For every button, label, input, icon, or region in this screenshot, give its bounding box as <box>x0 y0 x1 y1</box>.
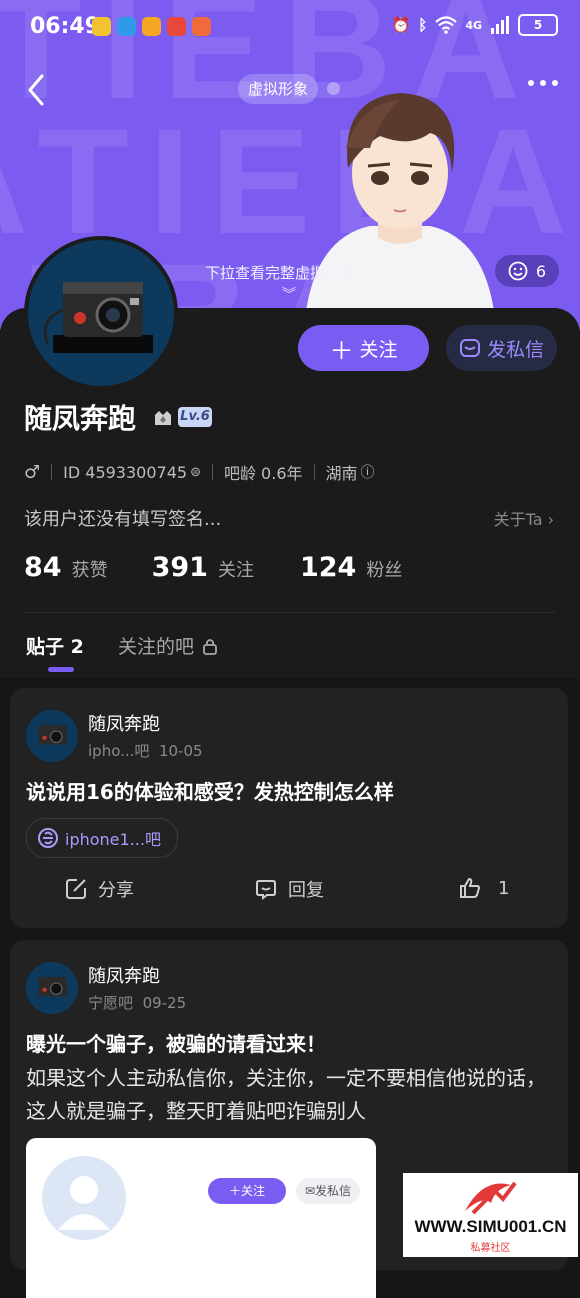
app-icon <box>167 17 186 36</box>
post-title[interactable]: 说说用16的体验和感受？发热控制怎么样 <box>26 776 394 805</box>
avatar-placeholder <box>42 1156 126 1240</box>
image-message-label: 发私信 <box>315 1184 352 1198</box>
reply-icon <box>256 880 276 900</box>
status-time: 06:49 <box>30 14 101 39</box>
badge-icon <box>155 411 171 425</box>
watermark: WWW.SIMU001.CN 私募社区 <box>403 1173 578 1257</box>
male-icon: ♂ <box>24 461 41 483</box>
app-icon <box>117 17 136 36</box>
chevron-right-icon: › <box>547 510 554 529</box>
post-actions: 分享 回复 1 <box>10 876 568 902</box>
about-label: 关于Ta <box>493 510 543 529</box>
region: 湖南 <box>325 464 358 483</box>
back-icon[interactable] <box>20 72 54 108</box>
user-id: ID 4593300745 <box>63 462 188 482</box>
more-options-icon[interactable] <box>528 80 558 86</box>
post-card[interactable]: 随凤奔跑 ipho...吧 10-05 说说用16的体验和感受？发热控制怎么样 … <box>10 688 568 928</box>
lock-icon <box>203 638 217 655</box>
chevron-down-icon: ︾ <box>282 287 296 303</box>
bluetooth-icon: ᛒ <box>418 16 428 34</box>
copy-icon[interactable]: ⊜ <box>190 465 201 480</box>
post-bar-tag[interactable]: iphone1...吧 <box>26 818 178 858</box>
app-icon <box>192 17 211 36</box>
post-author-name[interactable]: 随凤奔跑 <box>88 710 160 736</box>
avatar[interactable] <box>24 236 178 390</box>
post-body[interactable]: 如果这个人主动私信你，关注你，一定不要相信他说的话，这人就是骗子，整天盯着贴吧诈… <box>26 1062 561 1128</box>
avatar-like-count: 6 <box>535 261 547 281</box>
battery-icon: 5 <box>518 14 558 36</box>
level-badge: Lv.6 <box>178 407 212 427</box>
message-icon <box>459 339 480 357</box>
post-author-name[interactable]: 随凤奔跑 <box>88 962 160 988</box>
share-button[interactable]: 分享 <box>64 876 134 902</box>
like-button[interactable]: 1 <box>458 876 509 900</box>
wifi-icon <box>435 16 458 34</box>
status-bar: 06:49 ⏰ ᛒ 4G 5 <box>0 0 580 58</box>
stats-row: 84 获赞 391 关注 124 粉丝 <box>24 552 402 583</box>
system-icons: ⏰ ᛒ 4G 5 <box>392 14 558 36</box>
bar-age: 吧龄 0.6年 <box>223 464 303 483</box>
post-author-avatar[interactable] <box>26 710 78 762</box>
avatar-like-button[interactable]: 6 <box>495 255 559 287</box>
post-title[interactable]: 曝光一个骗子，被骗的请看过来！ <box>26 1028 326 1057</box>
post-date: 09-25 <box>142 994 187 1012</box>
image-message-button: ✉发私信 <box>296 1178 360 1204</box>
reply-label: 回复 <box>288 880 324 901</box>
image-follow-button: ＋关注 <box>208 1178 286 1204</box>
camera-photo <box>26 710 78 762</box>
tab-indicator <box>48 667 74 672</box>
signal-icon <box>491 16 509 34</box>
follow-button[interactable]: ＋ 关注 <box>298 325 429 371</box>
share-icon <box>66 879 86 899</box>
post-meta: 宁愿吧 09-25 <box>88 992 186 1013</box>
likes-count[interactable]: 84 <box>24 552 62 583</box>
reply-button[interactable]: 回复 <box>254 876 324 902</box>
smile-icon <box>508 261 528 281</box>
message-label: 发私信 <box>486 338 544 361</box>
fans-label: 粉丝 <box>366 560 403 581</box>
fans-count[interactable]: 124 <box>300 552 356 583</box>
follow-label: 关注 <box>359 338 398 361</box>
thumbs-up-icon <box>460 877 481 898</box>
video-icon <box>142 17 161 36</box>
message-button[interactable]: 发私信 <box>446 325 557 371</box>
watermark-site: WWW.SIMU001.CN <box>414 1217 567 1236</box>
user-meta: ♂ ID 4593300745 ⊜ 吧龄 0.6年 湖南 ⓘ <box>24 460 375 484</box>
post-bar[interactable]: 宁愿吧 <box>88 994 133 1012</box>
user-signature: 该用户还没有填写签名... <box>24 509 222 530</box>
plus-icon: ＋ <box>329 336 354 365</box>
about-link[interactable]: 关于Ta › <box>494 506 554 530</box>
post-bar-tag-label: iphone1...吧 <box>65 830 161 849</box>
network-label: 4G <box>465 18 482 32</box>
alarm-icon: ⏰ <box>391 16 411 34</box>
post-author-avatar[interactable] <box>26 962 78 1014</box>
camera-photo <box>28 240 174 386</box>
post-bar[interactable]: ipho...吧 <box>88 742 149 760</box>
notification-icons <box>92 17 211 36</box>
weibo-icon <box>92 17 111 36</box>
post-date: 10-05 <box>158 742 203 760</box>
help-icon[interactable]: ⓘ <box>361 462 375 482</box>
like-count: 1 <box>498 877 510 899</box>
likes-label: 获赞 <box>71 560 108 581</box>
tab-followed-bars[interactable]: 关注的吧 <box>118 632 218 659</box>
user-icon <box>58 1176 110 1230</box>
battery-level: 5 <box>533 18 543 32</box>
image-follow-label: 关注 <box>241 1184 266 1198</box>
tab-posts[interactable]: 贴子 2 <box>26 632 84 659</box>
divider <box>24 612 556 613</box>
post-image[interactable]: ＋关注 ✉发私信 <box>26 1138 376 1298</box>
bar-icon <box>38 828 58 848</box>
share-label: 分享 <box>98 880 134 901</box>
tab-followed-bars-label: 关注的吧 <box>118 636 195 658</box>
camera-photo <box>26 962 78 1014</box>
pull-down-tip: 下拉查看完整虚拟形象 <box>205 264 356 282</box>
user-name: 随凤奔跑 <box>24 402 137 435</box>
watermark-sub: 私募社区 <box>470 1243 511 1254</box>
following-label: 关注 <box>217 560 254 581</box>
following-count[interactable]: 391 <box>152 552 208 583</box>
post-meta: ipho...吧 10-05 <box>88 740 203 761</box>
